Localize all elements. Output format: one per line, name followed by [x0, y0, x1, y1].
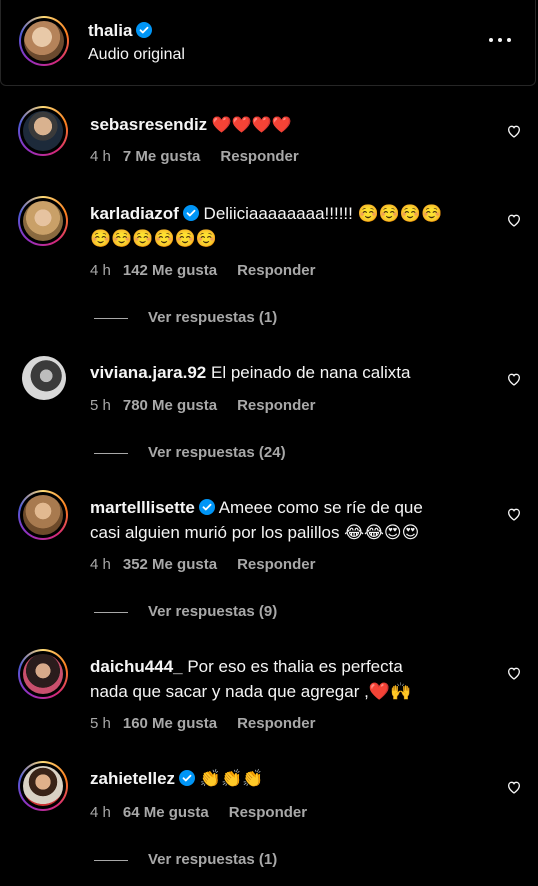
like-heart-icon[interactable] — [506, 212, 522, 228]
like-heart-icon[interactable] — [506, 506, 522, 522]
reply-button[interactable]: Responder — [237, 556, 315, 573]
reply-button[interactable]: Responder — [237, 715, 315, 732]
replies-divider — [94, 859, 128, 861]
comment-time: 5 h — [90, 397, 111, 414]
comment-text: Por eso es thalia es perfecta — [187, 657, 403, 676]
verified-badge-icon — [179, 770, 196, 786]
reply-button[interactable]: Responder — [237, 397, 315, 414]
comment-text: El peinado de nana calixta — [211, 363, 411, 382]
comment-username[interactable]: sebasresendiz — [90, 115, 207, 134]
like-heart-icon[interactable] — [506, 665, 522, 681]
comment-text-continued: casi alguien murió por los palillos 😂😂😍😍 — [90, 523, 420, 542]
like-heart-icon[interactable] — [506, 371, 522, 387]
like-heart-icon[interactable] — [506, 779, 522, 795]
comment-username[interactable]: martelllisette — [90, 498, 195, 517]
comment-text-continued: ☺️☺️☺️☺️☺️☺️ — [90, 229, 218, 248]
avatar[interactable] — [18, 196, 68, 246]
view-replies-button[interactable]: Ver respuestas (9) — [94, 603, 277, 620]
comment-likes[interactable]: 64 Me gusta — [123, 804, 209, 821]
comment-time: 4 h — [90, 262, 111, 279]
comment-text: ❤️❤️❤️❤️ — [211, 117, 292, 134]
comment-text: Deliiciaaaaaaaa!!!!!! ☺️☺️☺️☺️ — [203, 204, 443, 223]
avatar[interactable] — [18, 649, 68, 699]
comment-likes[interactable]: 160 Me gusta — [123, 715, 217, 732]
verified-badge-icon — [182, 205, 199, 221]
comment-likes[interactable]: 352 Me gusta — [123, 556, 217, 573]
reel-header: thalia Audio original — [0, 0, 536, 86]
comment-username[interactable]: viviana.jara.92 — [90, 363, 206, 382]
comment-time: 4 h — [90, 148, 111, 165]
replies-divider — [94, 317, 128, 319]
comment-time: 4 h — [90, 804, 111, 821]
comment-time: 5 h — [90, 715, 111, 732]
comment-likes[interactable]: 7 Me gusta — [123, 148, 201, 165]
verified-badge-icon — [198, 499, 215, 515]
reply-button[interactable]: Responder — [229, 804, 307, 821]
verified-badge-icon — [136, 22, 153, 38]
view-replies-button[interactable]: Ver respuestas (1) — [94, 309, 277, 326]
comment-text: 👏👏👏 — [199, 769, 264, 788]
comment-likes[interactable]: 780 Me gusta — [123, 397, 217, 414]
avatar[interactable] — [22, 356, 66, 400]
header-avatar[interactable] — [19, 16, 69, 66]
comment-time: 4 h — [90, 556, 111, 573]
view-replies-button[interactable]: Ver respuestas (1) — [94, 851, 277, 868]
reply-button[interactable]: Responder — [237, 262, 315, 279]
view-replies-button[interactable]: Ver respuestas (24) — [94, 444, 286, 461]
header-username[interactable]: thalia — [88, 21, 153, 41]
avatar[interactable] — [18, 761, 68, 811]
comment-username[interactable]: zahietellez — [90, 769, 175, 788]
avatar[interactable] — [18, 490, 68, 540]
replies-divider — [94, 452, 128, 454]
audio-label[interactable]: Audio original — [88, 46, 185, 64]
replies-divider — [94, 611, 128, 613]
more-horizontal-icon[interactable] — [489, 38, 511, 44]
like-heart-icon[interactable] — [506, 123, 522, 139]
comment-username[interactable]: daichu444_ — [90, 657, 183, 676]
reply-button[interactable]: Responder — [220, 148, 298, 165]
comment-username[interactable]: karladiazof — [90, 204, 179, 223]
comment-likes[interactable]: 142 Me gusta — [123, 262, 217, 279]
comment-text: Ameee como se ríe de que — [218, 498, 423, 517]
avatar[interactable] — [18, 106, 68, 156]
comment-text-continued: nada que sacar y nada que agregar ,❤️🙌 — [90, 682, 412, 701]
